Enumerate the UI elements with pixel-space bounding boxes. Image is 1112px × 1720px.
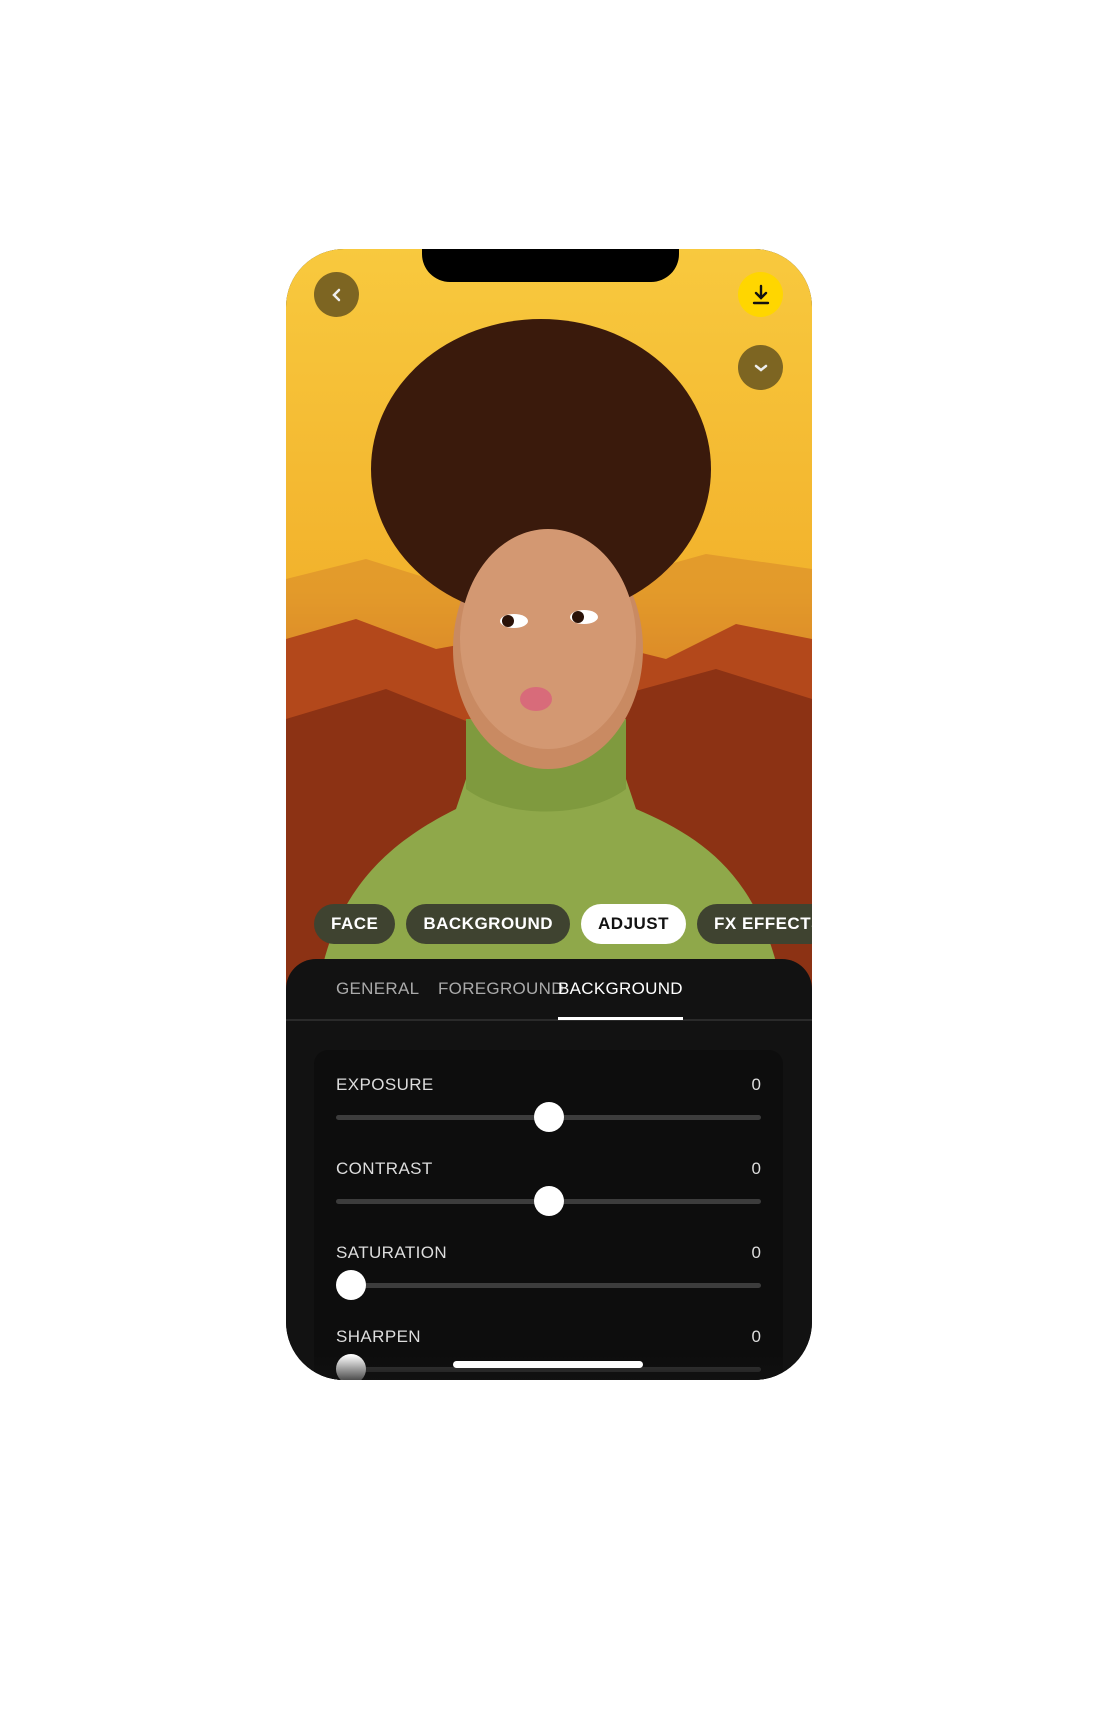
slider-label: SATURATION — [336, 1243, 448, 1262]
slider-sharpen: SHARPEN 0 — [314, 1327, 783, 1380]
slider-track[interactable] — [336, 1186, 761, 1216]
portrait-photo — [286, 249, 812, 1009]
slider-value: 0 — [751, 1243, 761, 1262]
download-button[interactable] — [738, 272, 783, 317]
download-icon — [752, 284, 769, 304]
chevron-left-icon — [331, 288, 340, 301]
sliders-card: EXPOSURE 0 CONTRAST 0 SATURATION 0 SHARP… — [314, 1050, 783, 1380]
slider-exposure: EXPOSURE 0 — [314, 1075, 783, 1155]
tab-foreground[interactable]: FOREGROUND — [438, 979, 564, 1017]
adjust-panel: GENERAL FOREGROUND BACKGROUND EXPOSURE 0… — [286, 959, 812, 1380]
tab-general[interactable]: GENERAL — [336, 979, 419, 1017]
slider-label: SHARPEN — [336, 1327, 421, 1346]
chevron-down-icon — [754, 364, 767, 372]
chip-background[interactable]: BACKGROUND — [406, 904, 571, 944]
slider-value: 0 — [751, 1327, 761, 1346]
sub-tabs: GENERAL FOREGROUND BACKGROUND — [286, 959, 812, 1021]
slider-label: CONTRAST — [336, 1159, 433, 1178]
back-button[interactable] — [314, 272, 359, 317]
slider-track[interactable] — [336, 1102, 761, 1132]
collapse-button[interactable] — [738, 345, 783, 390]
slider-thumb[interactable] — [336, 1354, 366, 1380]
slider-thumb[interactable] — [533, 1186, 564, 1216]
slider-saturation: SATURATION 0 — [314, 1243, 783, 1323]
chip-adjust[interactable]: ADJUST — [581, 904, 687, 944]
chip-fx-effects[interactable]: FX EFFECTS — [697, 904, 812, 944]
phone-screen: FACE BACKGROUND ADJUST FX EFFECTS GENERA… — [286, 249, 812, 1380]
slider-thumb[interactable] — [533, 1102, 564, 1132]
notch — [422, 249, 679, 282]
slider-track[interactable] — [336, 1270, 761, 1300]
tab-background[interactable]: BACKGROUND — [558, 979, 683, 1020]
slider-value: 0 — [751, 1075, 761, 1094]
category-chips: FACE BACKGROUND ADJUST FX EFFECTS — [314, 904, 812, 944]
slider-contrast: CONTRAST 0 — [314, 1159, 783, 1239]
home-indicator[interactable] — [453, 1361, 643, 1368]
chip-face[interactable]: FACE — [314, 904, 396, 944]
slider-label: EXPOSURE — [336, 1075, 434, 1094]
slider-thumb[interactable] — [336, 1270, 366, 1300]
slider-value: 0 — [751, 1159, 761, 1178]
